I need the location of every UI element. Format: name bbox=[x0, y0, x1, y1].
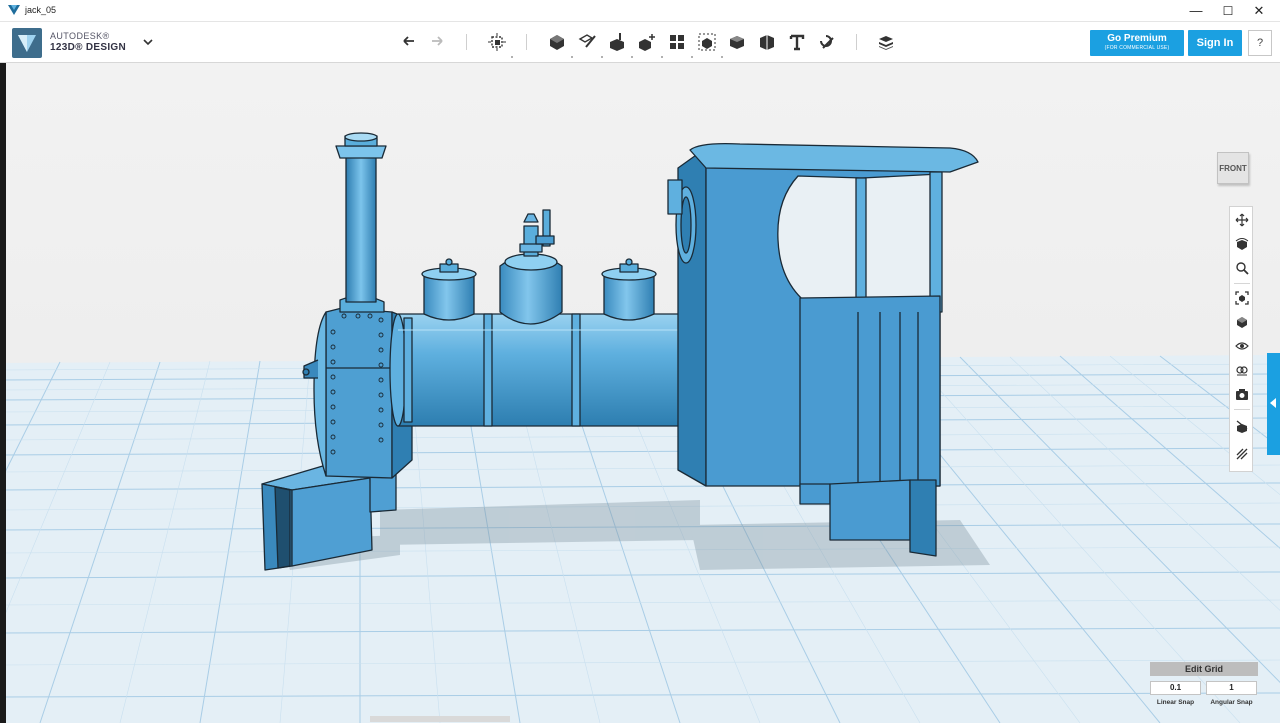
sketch-icon[interactable] bbox=[576, 31, 598, 53]
side-panel-toggle[interactable] bbox=[1267, 353, 1280, 455]
go-premium-button[interactable]: Go Premium (FOR COMMERCIAL USE) bbox=[1090, 30, 1184, 56]
linear-snap-label: Linear Snap bbox=[1156, 699, 1195, 706]
minimize-button[interactable]: — bbox=[1180, 0, 1212, 22]
text-icon[interactable] bbox=[786, 31, 808, 53]
view-cube[interactable]: FRONT bbox=[1214, 149, 1252, 187]
construct-icon[interactable] bbox=[606, 31, 628, 53]
snap-icon[interactable] bbox=[816, 31, 838, 53]
window-titlebar: jack_05 — ☐ ✕ bbox=[0, 0, 1280, 22]
logo-triangle-icon bbox=[18, 35, 36, 52]
window-title: jack_05 bbox=[25, 5, 57, 15]
main-toolbar: AUTODESK® 123D® DESIGN Go Premium (FOR C… bbox=[0, 22, 1280, 63]
edit-grid-panel: Edit Grid 0.1 1 Linear Snap Angular Snap bbox=[1150, 662, 1258, 712]
fit-icon[interactable] bbox=[1233, 289, 1251, 307]
scene-canvas[interactable] bbox=[0, 63, 1280, 723]
horizontal-scrollbar[interactable] bbox=[370, 716, 510, 722]
toolbar-divider bbox=[526, 34, 527, 50]
snapshot-icon[interactable] bbox=[1233, 385, 1251, 403]
sign-in-button[interactable]: Sign In bbox=[1188, 30, 1242, 56]
measure-icon[interactable] bbox=[756, 31, 778, 53]
snap-left-icon[interactable] bbox=[1233, 417, 1251, 435]
view-cube-front-face[interactable]: FRONT bbox=[1217, 152, 1249, 184]
modify-icon[interactable] bbox=[636, 31, 658, 53]
pattern-icon[interactable] bbox=[666, 31, 688, 53]
background-window-edge bbox=[0, 63, 6, 723]
linear-snap-field[interactable]: 0.1 bbox=[1150, 681, 1201, 695]
go-premium-label: Go Premium bbox=[1107, 33, 1167, 44]
chevron-down-icon[interactable] bbox=[142, 36, 154, 48]
orbit-icon[interactable] bbox=[1233, 235, 1251, 253]
pan-icon[interactable] bbox=[1233, 211, 1251, 229]
edit-grid-button[interactable]: Edit Grid bbox=[1150, 662, 1258, 676]
brand-line-1: AUTODESK® bbox=[50, 31, 110, 41]
app-window: jack_05 — ☐ ✕ AUTODESK® 123D® DESIGN Go … bbox=[0, 0, 1280, 723]
redo-icon[interactable] bbox=[426, 31, 448, 53]
navigation-bar bbox=[1229, 206, 1253, 472]
3d-viewport[interactable]: FRONT bbox=[0, 63, 1280, 723]
chevron-left-icon bbox=[1270, 398, 1276, 408]
toolbar-divider bbox=[856, 34, 857, 50]
transform-icon[interactable] bbox=[486, 31, 508, 53]
brand-line-2: 123D® DESIGN bbox=[50, 42, 126, 53]
app-logo[interactable] bbox=[12, 28, 42, 58]
help-button[interactable]: ? bbox=[1248, 30, 1272, 56]
app-logo-icon bbox=[8, 5, 20, 15]
angular-snap-label: Angular Snap bbox=[1210, 699, 1253, 706]
snap-right-icon[interactable] bbox=[1233, 445, 1251, 463]
zoom-icon[interactable] bbox=[1233, 259, 1251, 277]
close-button[interactable]: ✕ bbox=[1243, 0, 1275, 22]
toolbar-divider bbox=[466, 34, 467, 50]
view-icon[interactable] bbox=[1233, 313, 1251, 331]
visibility-icon[interactable] bbox=[1233, 337, 1251, 355]
angular-snap-field[interactable]: 1 bbox=[1206, 681, 1257, 695]
combine-icon[interactable] bbox=[726, 31, 748, 53]
material-icon[interactable] bbox=[875, 31, 897, 53]
go-premium-sublabel: (FOR COMMERCIAL USE) bbox=[1104, 45, 1170, 51]
undo-icon[interactable] bbox=[398, 31, 420, 53]
grouping-icon[interactable] bbox=[696, 31, 718, 53]
primitives-icon[interactable] bbox=[546, 31, 568, 53]
materials-icon[interactable] bbox=[1233, 361, 1251, 379]
maximize-button[interactable]: ☐ bbox=[1212, 0, 1244, 22]
